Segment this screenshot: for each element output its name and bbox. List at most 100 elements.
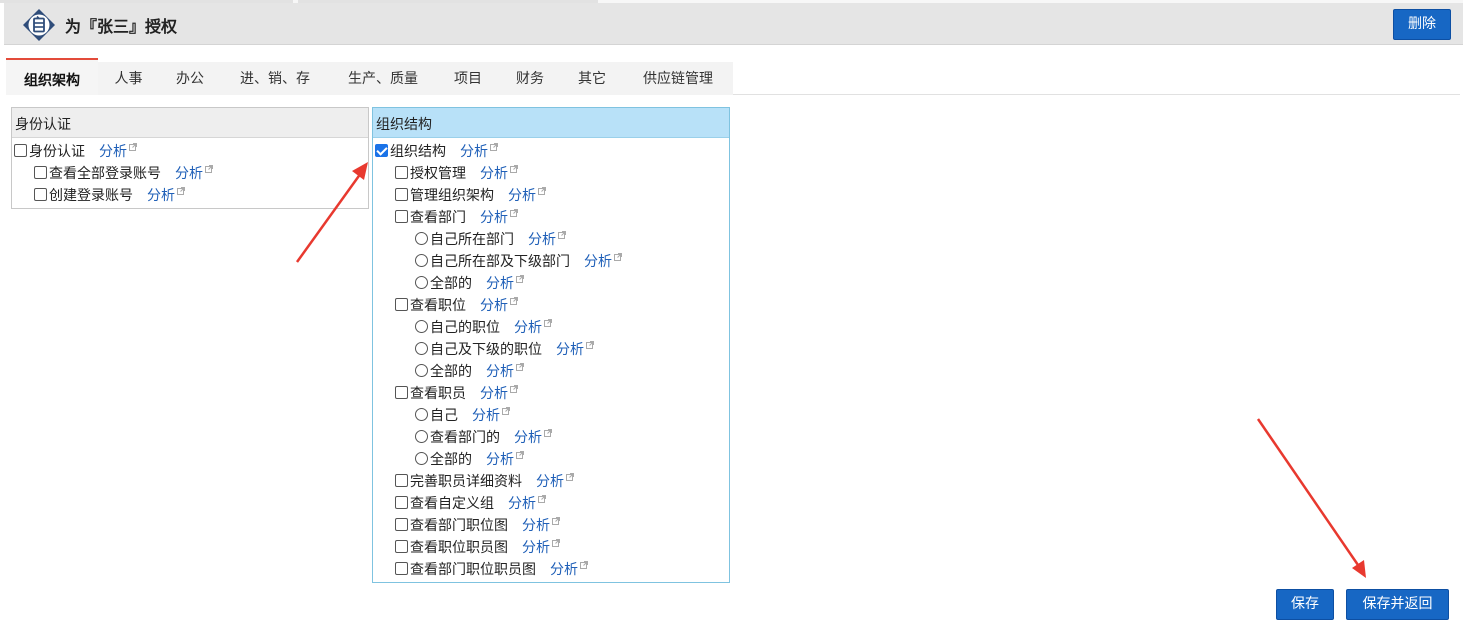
analyze-link[interactable]: 分析 — [508, 187, 546, 204]
analyze-link[interactable]: 分析 — [480, 165, 518, 182]
permission-checkbox[interactable] — [395, 474, 408, 487]
permission-label[interactable]: 创建登录账号 — [49, 188, 133, 204]
permission-row: 管理组织架构 分析 — [395, 185, 546, 207]
external-link-icon — [516, 451, 524, 459]
tab-project[interactable]: 项目 — [437, 62, 499, 95]
permission-label[interactable]: 查看部门 — [410, 210, 466, 226]
analyze-link[interactable]: 分析 — [514, 319, 552, 336]
analyze-link[interactable]: 分析 — [147, 187, 185, 204]
external-link-icon — [510, 297, 518, 305]
permission-label[interactable]: 自己所在部门 — [430, 232, 514, 248]
permission-label[interactable]: 自己及下级的职位 — [430, 342, 542, 358]
permission-label[interactable]: 管理组织架构 — [410, 188, 494, 204]
permission-checkbox[interactable] — [395, 562, 408, 575]
permission-radio[interactable] — [415, 232, 428, 245]
permission-row: 查看部门的 分析 — [415, 427, 552, 449]
permission-checkbox[interactable] — [375, 144, 388, 157]
tab-supply-chain[interactable]: 供应链管理 — [623, 62, 733, 95]
permission-checkbox[interactable] — [395, 496, 408, 509]
analyze-link-label: 分析 — [460, 144, 488, 160]
external-link-icon — [516, 363, 524, 371]
permission-label[interactable]: 组织结构 — [390, 144, 446, 160]
analyze-link[interactable]: 分析 — [460, 143, 498, 160]
analyze-link[interactable]: 分析 — [514, 429, 552, 446]
analyze-link[interactable]: 分析 — [480, 209, 518, 226]
tab-inventory[interactable]: 进、销、存 — [221, 62, 329, 95]
identity-panel-title: 身份认证 — [12, 108, 368, 138]
permission-checkbox[interactable] — [14, 144, 27, 157]
permission-label[interactable]: 身份认证 — [29, 144, 85, 160]
analyze-link[interactable]: 分析 — [528, 231, 566, 248]
analyze-link[interactable]: 分析 — [584, 253, 622, 270]
tab-org-structure[interactable]: 组织架构 — [6, 58, 98, 95]
analyze-link[interactable]: 分析 — [486, 363, 524, 380]
permission-row: 自己所在部门 分析 — [415, 229, 566, 251]
permission-row: 自己的职位 分析 — [415, 317, 552, 339]
analyze-link[interactable]: 分析 — [508, 495, 546, 512]
analyze-link[interactable]: 分析 — [472, 407, 510, 424]
permission-checkbox[interactable] — [34, 188, 47, 201]
permission-radio[interactable] — [415, 408, 428, 421]
permission-checkbox[interactable] — [395, 518, 408, 531]
analyze-link[interactable]: 分析 — [536, 473, 574, 490]
permission-label[interactable]: 自己的职位 — [430, 320, 500, 336]
analyze-link[interactable]: 分析 — [556, 341, 594, 358]
analyze-link-label: 分析 — [522, 518, 550, 534]
permission-checkbox[interactable] — [395, 386, 408, 399]
analyze-link[interactable]: 分析 — [522, 539, 560, 556]
permission-radio[interactable] — [415, 364, 428, 377]
analyze-link[interactable]: 分析 — [486, 275, 524, 292]
tab-other[interactable]: 其它 — [561, 62, 623, 95]
permission-radio[interactable] — [415, 342, 428, 355]
permission-radio[interactable] — [415, 452, 428, 465]
permission-radio[interactable] — [415, 276, 428, 289]
permission-label[interactable]: 全部的 — [430, 364, 472, 380]
permission-checkbox[interactable] — [395, 540, 408, 553]
analyze-link[interactable]: 分析 — [480, 297, 518, 314]
permission-radio[interactable] — [415, 320, 428, 333]
permission-checkbox[interactable] — [34, 166, 47, 179]
permission-label[interactable]: 完善职员详细资料 — [410, 474, 522, 490]
permission-label[interactable]: 查看部门职位图 — [410, 518, 508, 534]
external-link-icon — [129, 143, 137, 151]
permission-label[interactable]: 查看部门职位职员图 — [410, 562, 536, 578]
analyze-link[interactable]: 分析 — [522, 517, 560, 534]
save-button[interactable]: 保存 — [1276, 589, 1334, 620]
permission-checkbox[interactable] — [395, 210, 408, 223]
permission-label[interactable]: 查看职位 — [410, 298, 466, 314]
analyze-link[interactable]: 分析 — [99, 143, 137, 160]
tab-office[interactable]: 办公 — [159, 62, 221, 95]
analyze-link[interactable]: 分析 — [486, 451, 524, 468]
delete-button[interactable]: 删除 — [1393, 9, 1451, 40]
permission-radio[interactable] — [415, 430, 428, 443]
permission-label[interactable]: 查看职员 — [410, 386, 466, 402]
permission-radio[interactable] — [415, 254, 428, 267]
analyze-link-label: 分析 — [486, 276, 514, 292]
permission-label[interactable]: 查看职位职员图 — [410, 540, 508, 556]
analyze-link-label: 分析 — [480, 166, 508, 182]
permission-label[interactable]: 全部的 — [430, 276, 472, 292]
permission-row: 自己所在部及下级部门 分析 — [415, 251, 622, 273]
analyze-link-label: 分析 — [556, 342, 584, 358]
annotation-arrowhead — [1352, 560, 1366, 578]
external-link-icon — [558, 231, 566, 239]
analyze-link[interactable]: 分析 — [550, 561, 588, 578]
analyze-link[interactable]: 分析 — [480, 385, 518, 402]
permission-checkbox[interactable] — [395, 298, 408, 311]
external-link-icon — [516, 275, 524, 283]
permission-label[interactable]: 自己所在部及下级部门 — [430, 254, 570, 270]
permission-label[interactable]: 授权管理 — [410, 166, 466, 182]
permission-checkbox[interactable] — [395, 188, 408, 201]
permission-label[interactable]: 查看全部登录账号 — [49, 166, 161, 182]
tab-hr[interactable]: 人事 — [98, 62, 159, 95]
analyze-link[interactable]: 分析 — [175, 165, 213, 182]
annotation-arrow-line — [1256, 418, 1360, 566]
permission-label[interactable]: 查看部门的 — [430, 430, 500, 446]
tab-production-quality[interactable]: 生产、质量 — [329, 62, 437, 95]
tab-finance[interactable]: 财务 — [499, 62, 561, 95]
permission-label[interactable]: 自己 — [430, 408, 458, 424]
permission-label[interactable]: 全部的 — [430, 452, 472, 468]
save-and-return-button[interactable]: 保存并返回 — [1346, 589, 1449, 620]
permission-label[interactable]: 查看自定义组 — [410, 496, 494, 512]
permission-checkbox[interactable] — [395, 166, 408, 179]
